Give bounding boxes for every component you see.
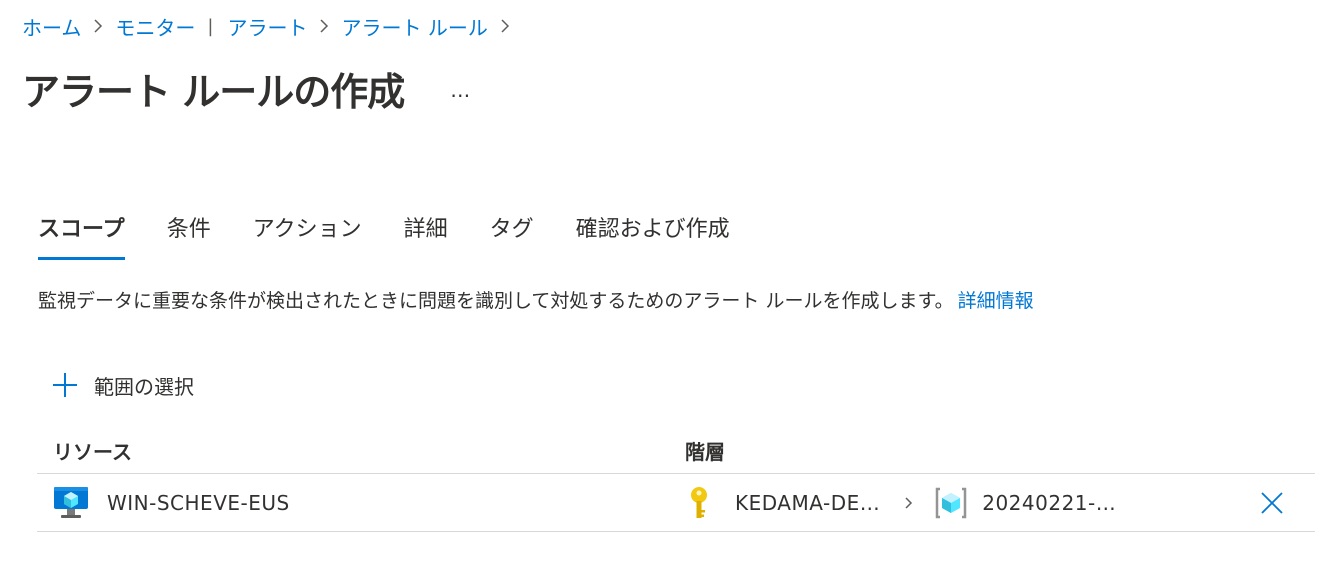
tab-scope[interactable]: スコープ [38, 210, 125, 260]
chevron-right-icon [94, 19, 103, 33]
plus-icon [53, 373, 77, 397]
tab-condition[interactable]: 条件 [167, 210, 211, 250]
breadcrumb-divider: | [207, 15, 214, 37]
breadcrumb-home[interactable]: ホーム [22, 12, 81, 41]
key-icon [691, 487, 707, 518]
table-row: WIN-SCHEVE-EUS KEDAMA-DE… 20240221-… [37, 474, 1315, 532]
breadcrumb-monitor[interactable]: モニター [115, 12, 195, 41]
scope-resource-table: リソース 階層 WIN-SCHEVE-EUS KEDAMA-DE… 202402… [37, 430, 1315, 532]
scope-description-text: 監視データに重要な条件が検出されたときに問題を識別して対処するためのアラート ル… [38, 290, 954, 312]
column-header-resource: リソース [53, 440, 132, 464]
page-title: アラート ルールの作成 [22, 69, 405, 114]
table-header: リソース 階層 [37, 430, 1315, 474]
resource-group-icon [935, 487, 967, 519]
more-options-button[interactable]: … [450, 78, 471, 102]
subscription-name: KEDAMA-DE… [735, 491, 881, 515]
title-row: アラート ルールの作成 … [22, 60, 471, 116]
resource-cell: WIN-SCHEVE-EUS [53, 474, 290, 532]
scope-description: 監視データに重要な条件が検出されたときに問題を識別して対処するためのアラート ル… [38, 286, 1034, 313]
wizard-tabs: スコープ 条件 アクション 詳細 タグ 確認および作成 [38, 210, 772, 262]
breadcrumb-alerts[interactable]: アラート [227, 12, 307, 41]
remove-resource-close-icon[interactable] [1259, 490, 1285, 516]
resource-name: WIN-SCHEVE-EUS [107, 491, 290, 515]
tab-review-create[interactable]: 確認および作成 [576, 210, 730, 250]
chevron-right-icon [501, 19, 509, 33]
tab-actions[interactable]: アクション [253, 210, 362, 250]
hierarchy-cell: KEDAMA-DE… 20240221-… [687, 474, 1116, 532]
chevron-right-icon [905, 497, 913, 509]
breadcrumb: ホーム モニター | アラート アラート ルール [22, 12, 522, 40]
resource-group-name: 20240221-… [982, 491, 1117, 515]
alert-rule-create-page: ホーム モニター | アラート アラート ルール アラート ルールの作成 … ス… [0, 0, 1333, 576]
select-scope-button[interactable]: 範囲の選択 [52, 366, 194, 404]
breadcrumb-alert-rules[interactable]: アラート ルール [341, 12, 487, 41]
tab-tags[interactable]: タグ [490, 210, 534, 250]
tab-details[interactable]: 詳細 [404, 210, 448, 250]
column-header-hierarchy: 階層 [685, 440, 725, 464]
learn-more-link[interactable]: 詳細情報 [958, 290, 1034, 312]
select-scope-label: 範囲の選択 [94, 374, 194, 399]
chevron-right-icon [320, 19, 329, 33]
virtual-machine-icon [54, 487, 88, 518]
